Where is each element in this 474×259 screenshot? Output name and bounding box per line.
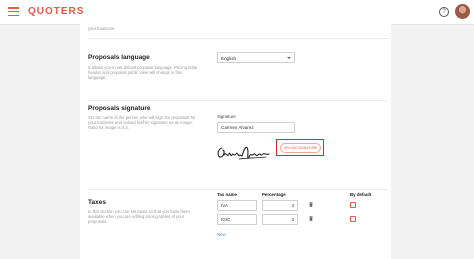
tax-percentage-input[interactable]: 4: [262, 200, 298, 211]
top-bar: QUOTERS ?: [0, 0, 474, 25]
menu-icon[interactable]: [8, 7, 19, 17]
taxes-section-title: Taxes: [88, 199, 106, 206]
tax-name-input[interactable]: IVA: [217, 200, 257, 211]
signature-name-input[interactable]: Carmen Alvarez: [217, 122, 295, 133]
upload-highlight-box: UPLOAD SIGNATURE: [276, 139, 324, 156]
signature-description: Set the name of the person who will sign…: [88, 115, 196, 131]
signature-image: [217, 146, 270, 160]
business-description-tail: your business.: [88, 26, 115, 31]
tax-name-input[interactable]: IGIC: [217, 214, 257, 225]
signature-label: Signature: [217, 114, 236, 119]
language-section-title: Proposals language: [88, 54, 150, 61]
percentage-column-header: Percentage: [262, 192, 286, 197]
signature-section-title: Proposals signature: [88, 105, 151, 112]
app-logo[interactable]: QUOTERS: [28, 6, 84, 17]
tax-percentage-input[interactable]: 3: [262, 214, 298, 225]
section-divider: [88, 38, 388, 39]
section-divider: [88, 100, 388, 101]
language-description: It allows you to set default proposal la…: [88, 65, 198, 81]
default-tax-checkbox[interactable]: [350, 202, 356, 208]
help-icon[interactable]: ?: [439, 7, 449, 17]
new-tax-link[interactable]: New: [217, 232, 226, 237]
user-avatar[interactable]: [455, 4, 470, 19]
trash-icon[interactable]: [309, 202, 313, 207]
language-select[interactable]: English: [217, 52, 295, 63]
taxes-description: In this section you can set taxes so tha…: [88, 209, 190, 225]
section-divider: [88, 189, 388, 190]
default-tax-checkbox[interactable]: [350, 216, 356, 222]
trash-icon[interactable]: [309, 216, 313, 221]
chevron-down-icon: [287, 57, 291, 59]
language-select-value: English: [221, 56, 237, 61]
upload-signature-button[interactable]: UPLOAD SIGNATURE: [280, 143, 321, 153]
tax-name-column-header: Tax name: [217, 192, 237, 197]
default-column-header: By default: [350, 192, 372, 197]
